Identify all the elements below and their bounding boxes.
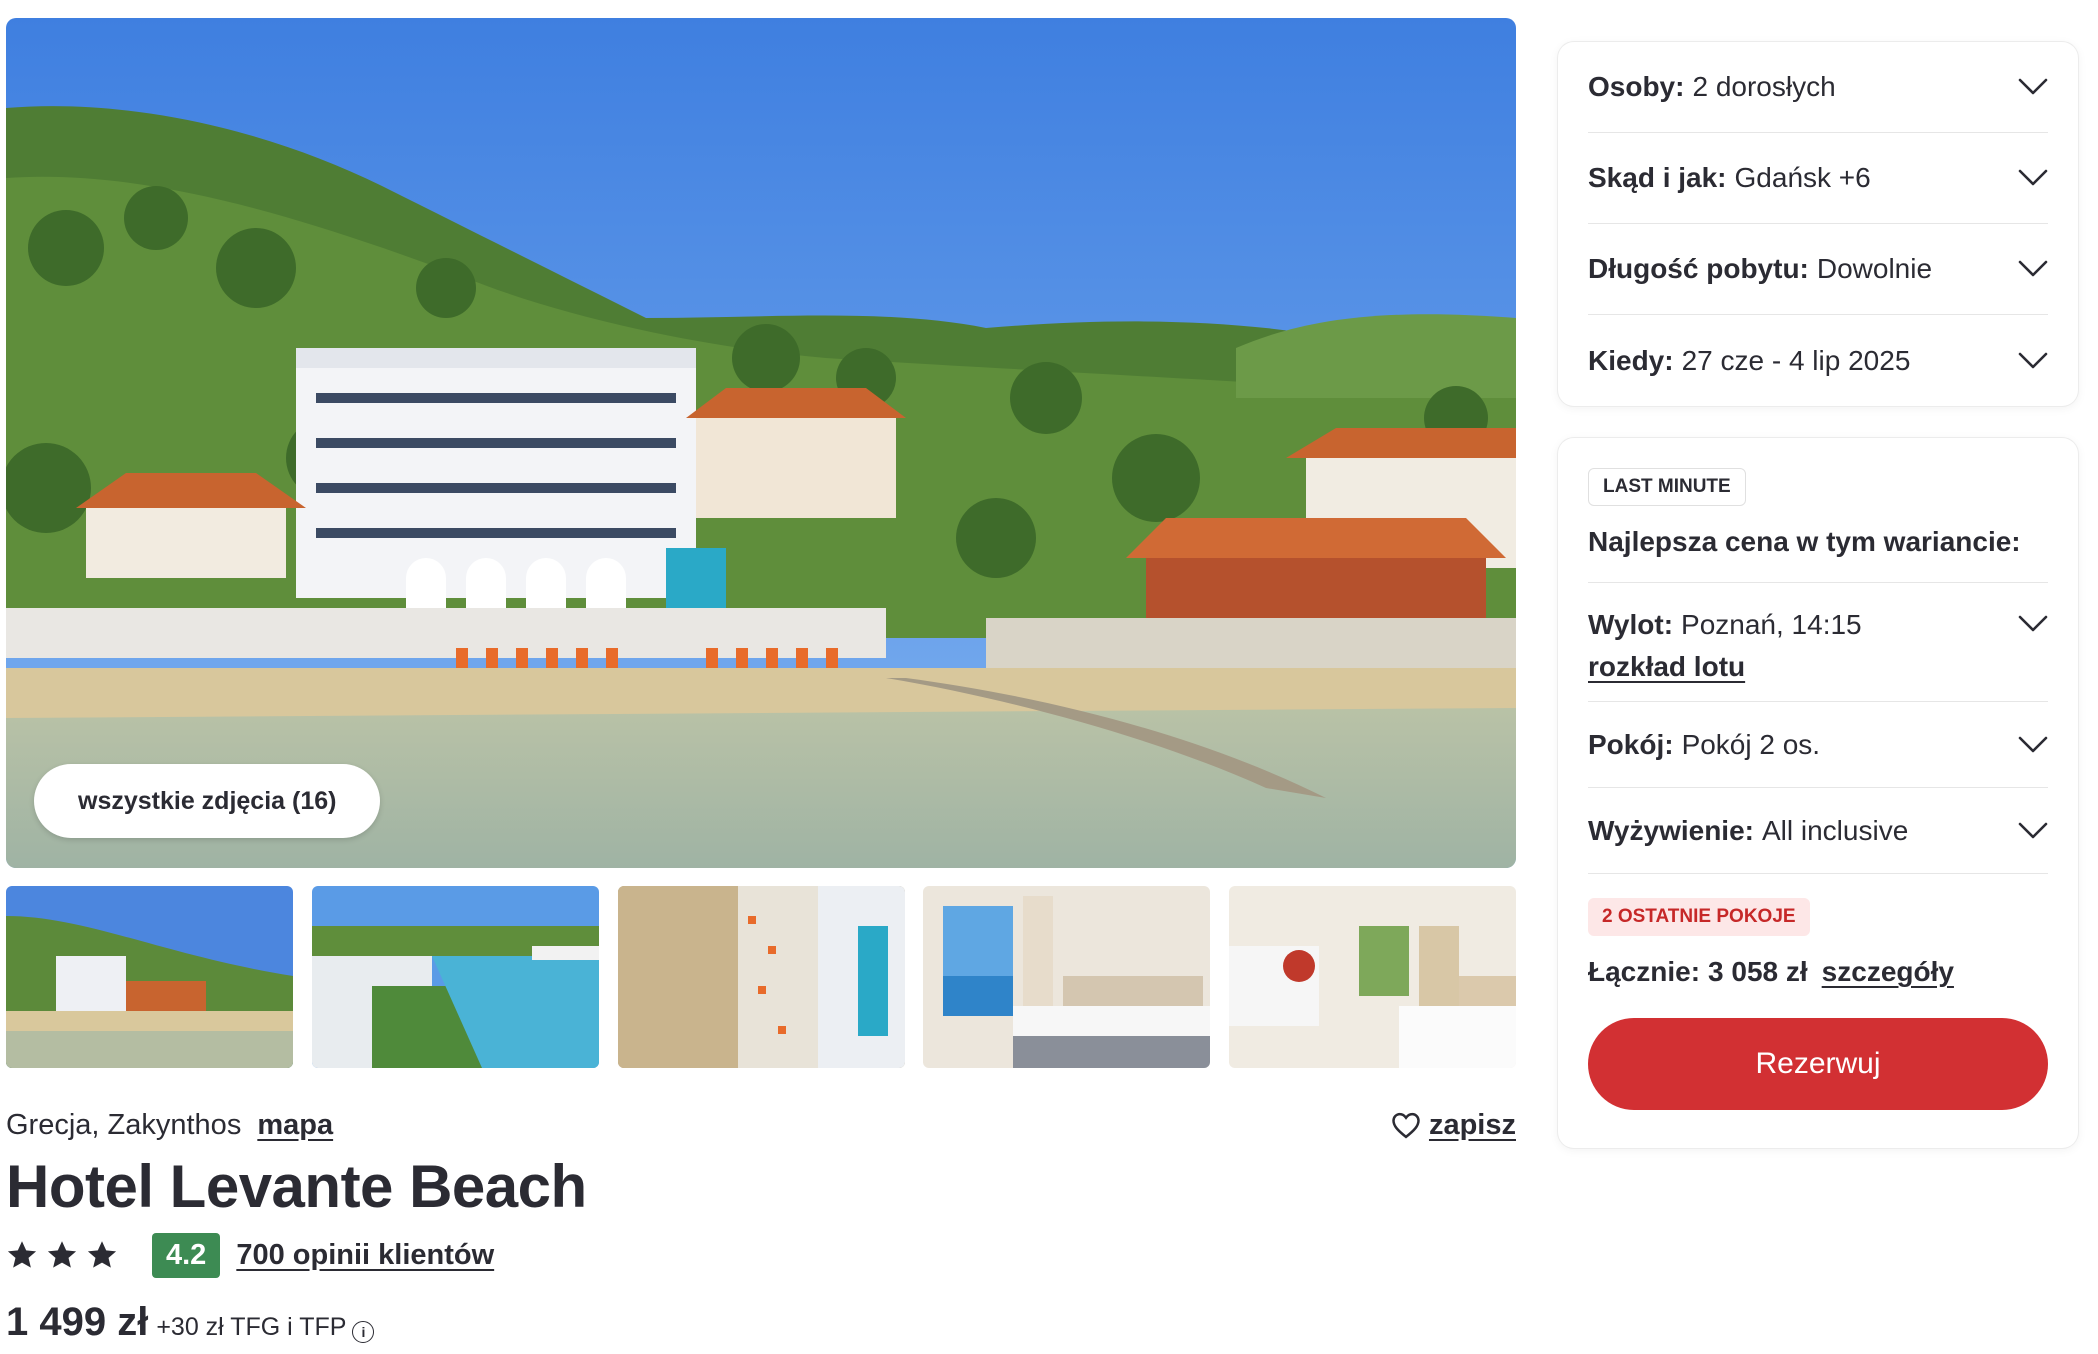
filter-value: 27 cze - 4 lip 2025: [1681, 344, 1911, 376]
filter-value: Gdańsk +6: [1734, 162, 1871, 193]
flight-label: Wylot:: [1588, 609, 1674, 640]
location-row: Grecja, Zakynthos mapa zapisz: [6, 1105, 1516, 1145]
best-price-heading: Najlepsza cena w tym wariancie:: [1588, 526, 2048, 583]
filter-departure[interactable]: Skąd i jak: Gdańsk +6: [1588, 133, 2048, 224]
reviews-link[interactable]: 700 opinii klientów: [236, 1239, 494, 1272]
chevron-down-icon: [2018, 736, 2048, 754]
star-icon: [86, 1240, 118, 1270]
flight-schedule-link[interactable]: rozkład lotu: [1588, 651, 1862, 683]
thumbnail-image: [6, 886, 293, 1068]
chevron-down-icon: [2018, 615, 2048, 683]
board-label: Wyżywienie:: [1588, 814, 1754, 846]
filter-value: 2 dorosłych: [1692, 71, 1836, 102]
save-button[interactable]: zapisz: [1391, 1109, 1516, 1142]
filters-panel: Osoby: 2 dorosłych Skąd i jak: Gdańsk +6…: [1558, 42, 2078, 406]
last-rooms-badge: 2 OSTATNIE POKOJE: [1588, 898, 1810, 936]
map-link[interactable]: mapa: [257, 1109, 333, 1142]
hotel-page: wszystkie zdjęcia (16) Grecja, Zakynthos…: [0, 0, 2098, 1354]
room-label: Pokój:: [1588, 728, 1674, 760]
info-icon[interactable]: i: [352, 1321, 375, 1343]
thumbnail-image: [311, 886, 599, 1068]
price: 1 499 zł: [6, 1300, 149, 1344]
chevron-down-icon: [2018, 169, 2048, 187]
score-badge: 4.2: [152, 1232, 221, 1278]
thumbnail-image: [1229, 886, 1516, 1068]
chevron-down-icon: [2018, 822, 2048, 840]
board-value: All inclusive: [1761, 814, 1909, 846]
filter-persons[interactable]: Osoby: 2 dorosłych: [1588, 42, 2048, 133]
rating-row: 4.2 700 opinii klientów: [6, 1232, 494, 1278]
chevron-down-icon: [2018, 352, 2048, 370]
filter-dates[interactable]: Kiedy: 27 cze - 4 lip 2025: [1588, 315, 2048, 406]
thumbnail-5[interactable]: [1229, 886, 1516, 1068]
filter-value: Dowolnie: [1816, 253, 1933, 284]
location-text: Grecja, Zakynthos: [6, 1108, 242, 1141]
thumbnail-3[interactable]: [617, 886, 905, 1068]
board-selector[interactable]: Wyżywienie: All inclusive: [1588, 788, 2048, 874]
thumbnail-4[interactable]: [923, 886, 1211, 1068]
filter-label: Osoby:: [1588, 71, 1685, 102]
chevron-down-icon: [2018, 260, 2048, 278]
chevron-down-icon: [2018, 78, 2048, 96]
filter-label: Kiedy:: [1588, 344, 1674, 376]
filter-duration[interactable]: Długość pobytu: Dowolnie: [1588, 224, 2048, 315]
flight-value: Poznań, 14:15: [1681, 609, 1862, 640]
thumbnail-strip: [6, 886, 1516, 1068]
fees-text: +30 zł TFG i TFP: [156, 1313, 347, 1341]
heart-icon: [1391, 1111, 1421, 1139]
thumbnail-image: [923, 886, 1211, 1068]
total-label: Łącznie:: [1588, 956, 1701, 987]
star-icon: [46, 1240, 78, 1270]
save-label: zapisz: [1428, 1108, 1516, 1141]
hotel-name: Hotel Levante Beach: [6, 1153, 587, 1220]
thumbnail-image: [617, 886, 905, 1068]
filter-label: Długość pobytu:: [1588, 253, 1809, 284]
offer-panel: LAST MINUTE Najlepsza cena w tym warianc…: [1558, 438, 2078, 1148]
room-value: Pokój 2 os.: [1681, 728, 1821, 760]
last-minute-badge: LAST MINUTE: [1588, 468, 1746, 506]
star-icon: [6, 1240, 38, 1270]
flight-selector[interactable]: Wylot: Poznań, 14:15 rozkład lotu: [1588, 583, 2048, 702]
flight-texts: Wylot: Poznań, 14:15 rozkład lotu: [1588, 609, 1862, 683]
room-selector[interactable]: Pokój: Pokój 2 os.: [1588, 702, 2048, 788]
details-link[interactable]: szczegóły: [1822, 956, 1954, 988]
book-button[interactable]: Rezerwuj: [1588, 1018, 2048, 1110]
thumbnail-1[interactable]: [6, 886, 293, 1068]
all-photos-button[interactable]: wszystkie zdjęcia (16): [34, 764, 381, 838]
flight-line: Wylot: Poznań, 14:15: [1588, 609, 1862, 641]
filter-label: Skąd i jak:: [1588, 162, 1727, 193]
thumbnail-2[interactable]: [311, 886, 599, 1068]
star-rating: [6, 1240, 118, 1270]
price-row: 1 499 zł +30 zł TFG i TFP i: [6, 1300, 375, 1350]
hero-image: [6, 18, 1516, 868]
hero-photo[interactable]: wszystkie zdjęcia (16): [6, 18, 1516, 868]
total-row: Łącznie: 3 058 zł szczegóły: [1588, 956, 2048, 988]
total-value: 3 058 zł: [1708, 956, 1808, 987]
